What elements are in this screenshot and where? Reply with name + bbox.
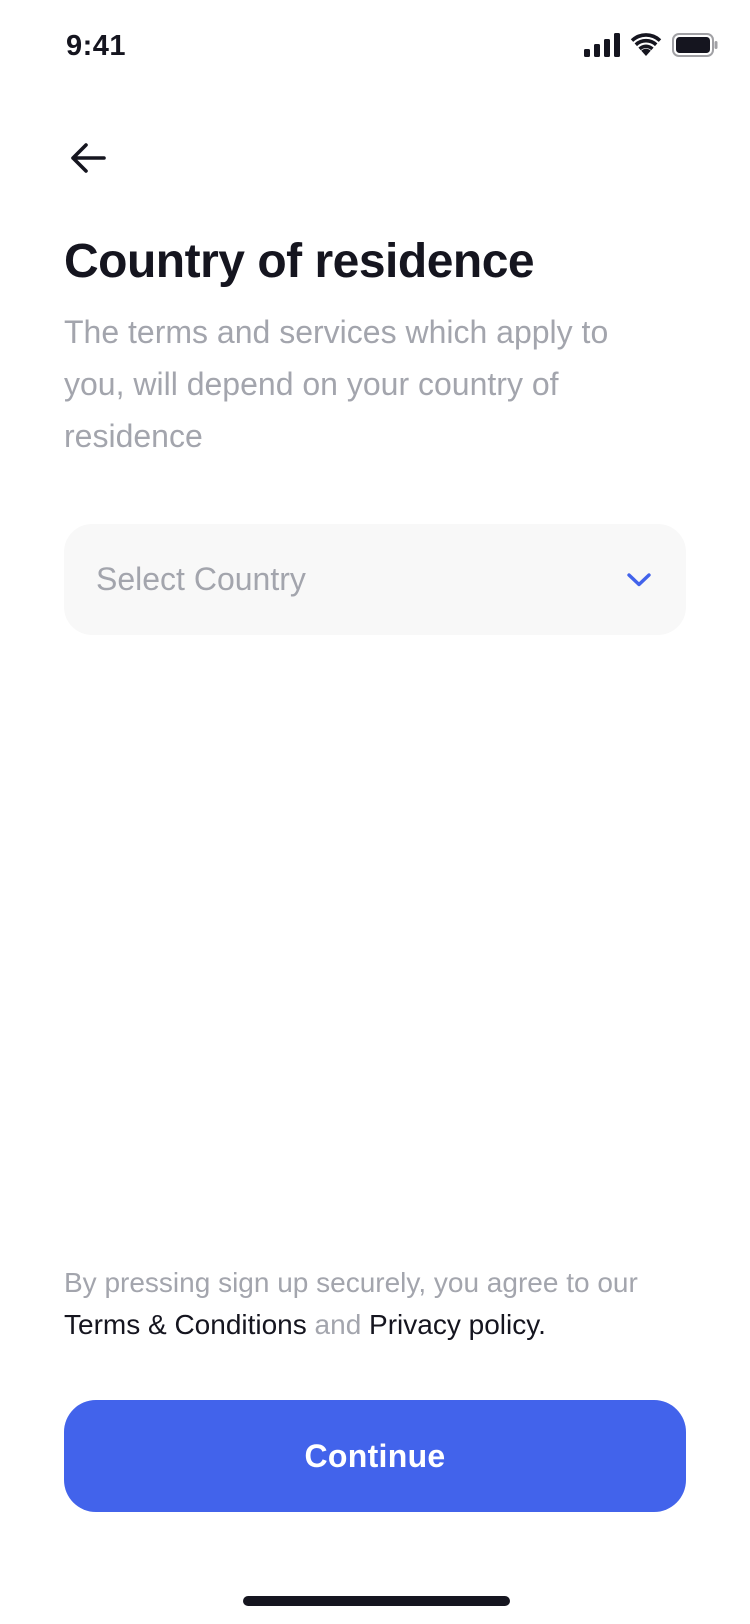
page-title: Country of residence [64,235,535,288]
legal-text: By pressing sign up securely, you agree … [64,1262,704,1346]
battery-icon [672,32,718,62]
country-select-placeholder: Select Country [96,561,306,597]
status-bar: 9:41 [0,0,750,96]
chevron-down-icon [624,565,654,595]
country-select[interactable]: Select Country [64,524,686,635]
continue-button[interactable]: Continue [64,1400,686,1512]
wifi-icon [630,32,662,62]
page-subtitle: The terms and services which apply to yo… [64,314,609,454]
arrow-left-icon [69,142,107,179]
legal-conjunction: and [314,1309,362,1340]
status-time: 9:41 [66,30,127,62]
back-button[interactable] [62,134,114,186]
legal-suffix: . [538,1309,546,1340]
legal-prefix: By pressing sign up securely, you agree … [64,1267,638,1298]
home-indicator [243,1596,510,1606]
terms-conditions-link[interactable]: Terms & Conditions [64,1309,307,1340]
status-icons [584,32,718,62]
privacy-policy-link[interactable]: Privacy policy [369,1309,538,1340]
cellular-signal-icon [584,32,620,62]
